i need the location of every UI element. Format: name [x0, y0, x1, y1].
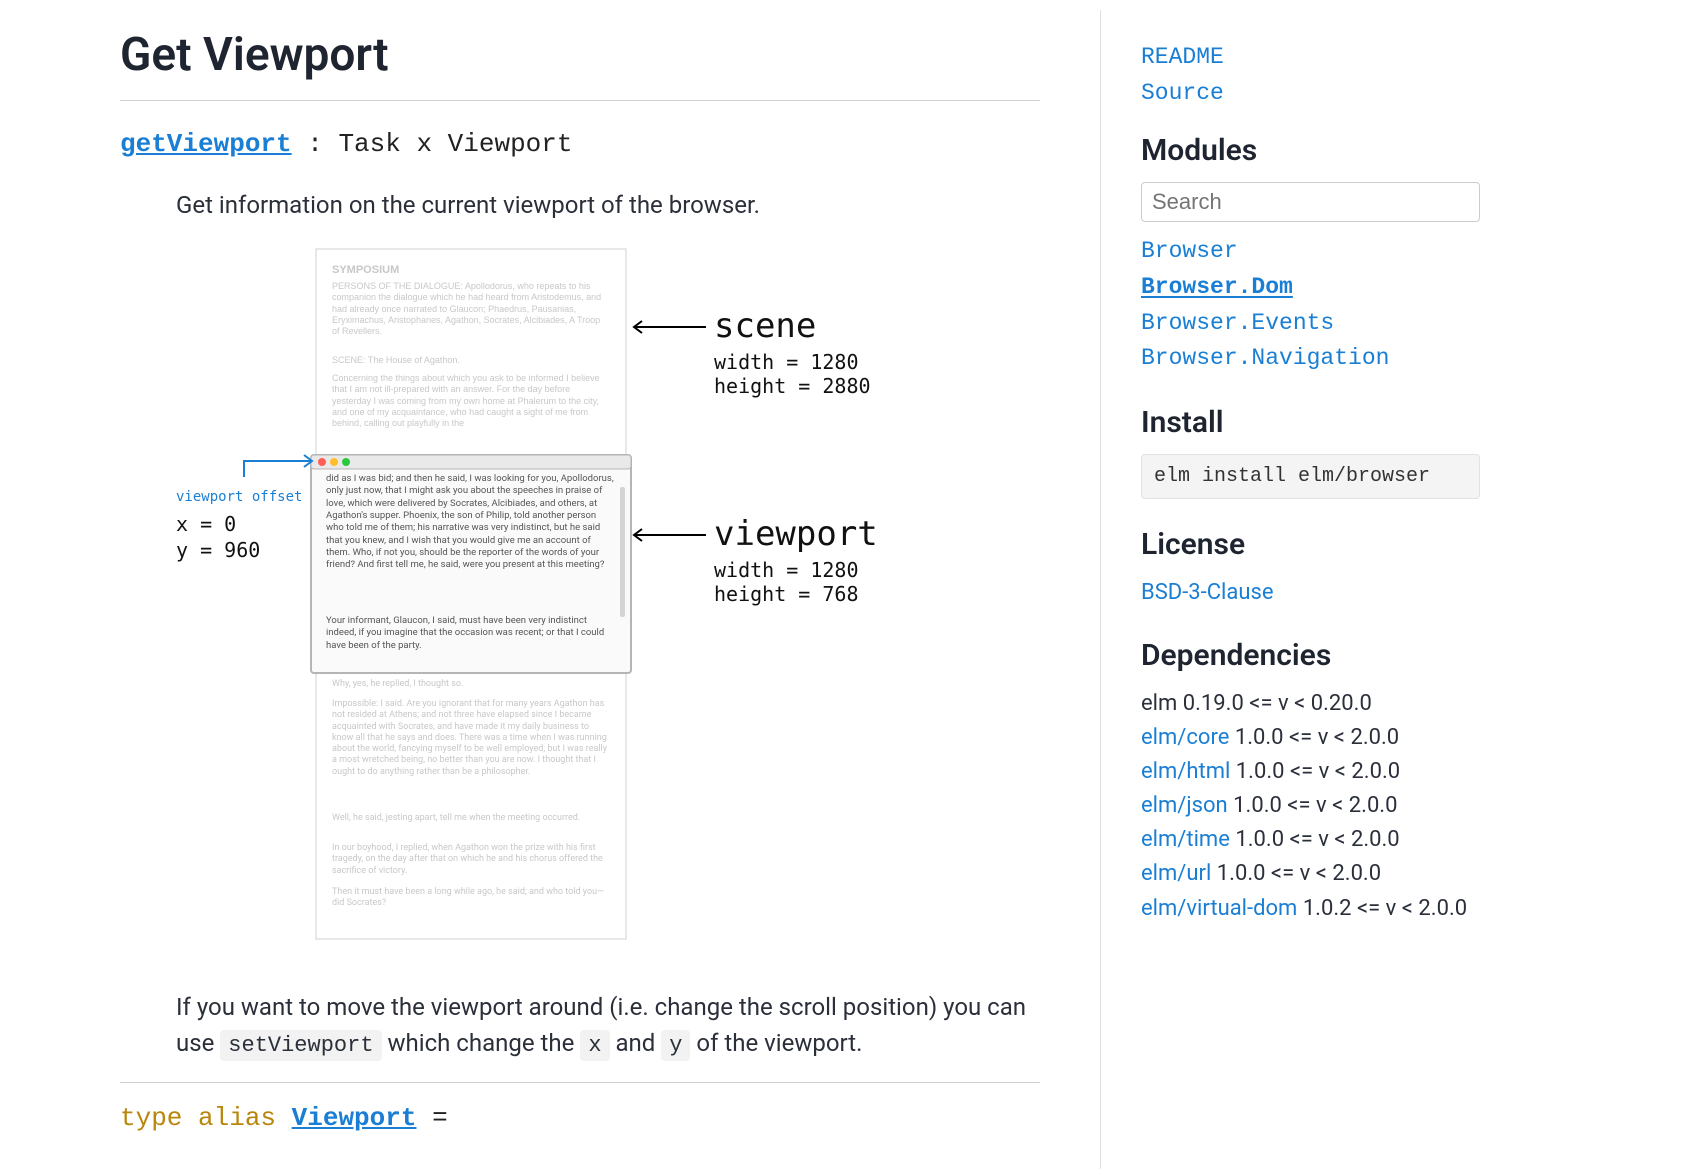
next-sig-kw: type alias	[120, 1103, 292, 1133]
license-link[interactable]: BSD-3-Clause	[1141, 576, 1480, 610]
install-heading: Install	[1141, 405, 1480, 440]
diagram-doc-title: SYMPOSIUM	[332, 264, 399, 276]
dep-json: elm/json 1.0.0 <= v < 2.0.0	[1141, 789, 1480, 823]
dep-time: elm/time 1.0.0 <= v < 2.0.0	[1141, 823, 1480, 857]
dep-time-link[interactable]: elm/time	[1141, 827, 1230, 852]
readme-link[interactable]: README	[1141, 40, 1480, 76]
dep-url: elm/url 1.0.0 <= v < 2.0.0	[1141, 857, 1480, 891]
offset-label: viewport offset	[176, 489, 302, 505]
viewport-diagram: SYMPOSIUM PERSONS OF THE DIALOGUE: Apoll…	[120, 239, 1040, 949]
offset-y: y = 960	[176, 538, 260, 562]
desc2-post: of the viewport.	[690, 1029, 862, 1057]
dep-core-link[interactable]: elm/core	[1141, 725, 1229, 750]
dep-html-link[interactable]: elm/html	[1141, 759, 1230, 784]
diagram-faded-para3: Concerning the things about which you as…	[332, 373, 610, 429]
next-type-signature: type alias Viewport =	[120, 1082, 1040, 1133]
setviewport-code: setViewport	[220, 1030, 381, 1061]
dep-vdom-version: 1.0.2 <= v < 2.0.0	[1297, 896, 1467, 921]
desc2-mid: which change the	[382, 1029, 581, 1057]
module-browser-dom[interactable]: Browser.Dom	[1141, 270, 1480, 306]
dep-elm-name: elm	[1141, 691, 1177, 716]
viewport-label: viewport	[714, 514, 878, 554]
diagram-vp-para2: Your informant, Glaucon, I said, must ha…	[326, 615, 616, 652]
dep-html: elm/html 1.0.0 <= v < 2.0.0	[1141, 755, 1480, 789]
diagram-vp-para1: did as I was bid; and then he said, I wa…	[326, 473, 616, 572]
install-command: elm install elm/browser	[1141, 454, 1480, 499]
source-link[interactable]: Source	[1141, 76, 1480, 112]
diagram-svg: SYMPOSIUM PERSONS OF THE DIALOGUE: Apoll…	[176, 239, 956, 949]
offset-x: x = 0	[176, 512, 236, 536]
next-sig-eq: =	[416, 1103, 447, 1133]
dep-json-version: 1.0.0 <= v < 2.0.0	[1228, 793, 1398, 818]
modules-heading: Modules	[1141, 133, 1480, 168]
y-code: y	[661, 1030, 690, 1061]
section-divider	[120, 100, 1040, 101]
dep-url-link[interactable]: elm/url	[1141, 861, 1211, 886]
dep-time-version: 1.0.0 <= v < 2.0.0	[1230, 827, 1400, 852]
dep-html-version: 1.0.0 <= v < 2.0.0	[1230, 759, 1400, 784]
dependencies-heading: Dependencies	[1141, 638, 1480, 673]
dep-core: elm/core 1.0.0 <= v < 2.0.0	[1141, 721, 1480, 755]
sidebar: README Source Modules Browser Browser.Do…	[1100, 10, 1520, 1169]
dep-vdom-link[interactable]: elm/virtual-dom	[1141, 896, 1297, 921]
description-1: Get information on the current viewport …	[120, 187, 1040, 223]
diagram-faded-para4: Why, yes, he replied, I thought so.	[332, 679, 610, 690]
viewport-height: height = 768	[714, 582, 859, 606]
signature-colon: :	[292, 129, 339, 159]
function-signature: getViewport : Task x Viewport	[120, 129, 1040, 159]
x-code: x	[580, 1030, 609, 1061]
dep-json-link[interactable]: elm/json	[1141, 793, 1228, 818]
diagram-faded-para2: SCENE: The House of Agathon.	[332, 355, 610, 366]
viewport-width: width = 1280	[714, 558, 859, 582]
module-browser-navigation[interactable]: Browser.Navigation	[1141, 341, 1480, 377]
dep-elm: elm 0.19.0 <= v < 0.20.0	[1141, 687, 1480, 721]
description-2: If you want to move the viewport around …	[120, 989, 1040, 1062]
diagram-faded-para5: Impossible: I said. Are you ignorant tha…	[332, 699, 610, 778]
function-name-link[interactable]: getViewport	[120, 129, 292, 159]
diagram-faded-para7: In our boyhood, I replied, when Agathon …	[332, 843, 610, 877]
scene-width: width = 1280	[714, 350, 859, 374]
page-title: Get Viewport	[120, 28, 1040, 82]
search-input[interactable]	[1141, 182, 1480, 222]
module-browser[interactable]: Browser	[1141, 234, 1480, 270]
diagram-faded-para1: PERSONS OF THE DIALOGUE: Apollodorus, wh…	[332, 281, 610, 337]
dep-elm-version: 0.19.0 <= v < 0.20.0	[1177, 691, 1372, 716]
dep-url-version: 1.0.0 <= v < 2.0.0	[1211, 861, 1381, 886]
license-heading: License	[1141, 527, 1480, 562]
dep-core-version: 1.0.0 <= v < 2.0.0	[1229, 725, 1399, 750]
scene-height: height = 2880	[714, 374, 871, 398]
desc2-and: and	[610, 1029, 662, 1057]
main-content: Get Viewport getViewport : Task x Viewpo…	[0, 10, 1100, 1169]
diagram-faded-para8: Then it must have been a long while ago,…	[332, 887, 610, 910]
dep-vdom: elm/virtual-dom 1.0.2 <= v < 2.0.0	[1141, 892, 1480, 926]
diagram-faded-para6: Well, he said, jesting apart, tell me wh…	[332, 813, 610, 824]
signature-type: Task x Viewport	[338, 129, 572, 159]
module-browser-events[interactable]: Browser.Events	[1141, 306, 1480, 342]
viewport-type-link[interactable]: Viewport	[292, 1103, 417, 1133]
scene-label: scene	[714, 306, 816, 346]
